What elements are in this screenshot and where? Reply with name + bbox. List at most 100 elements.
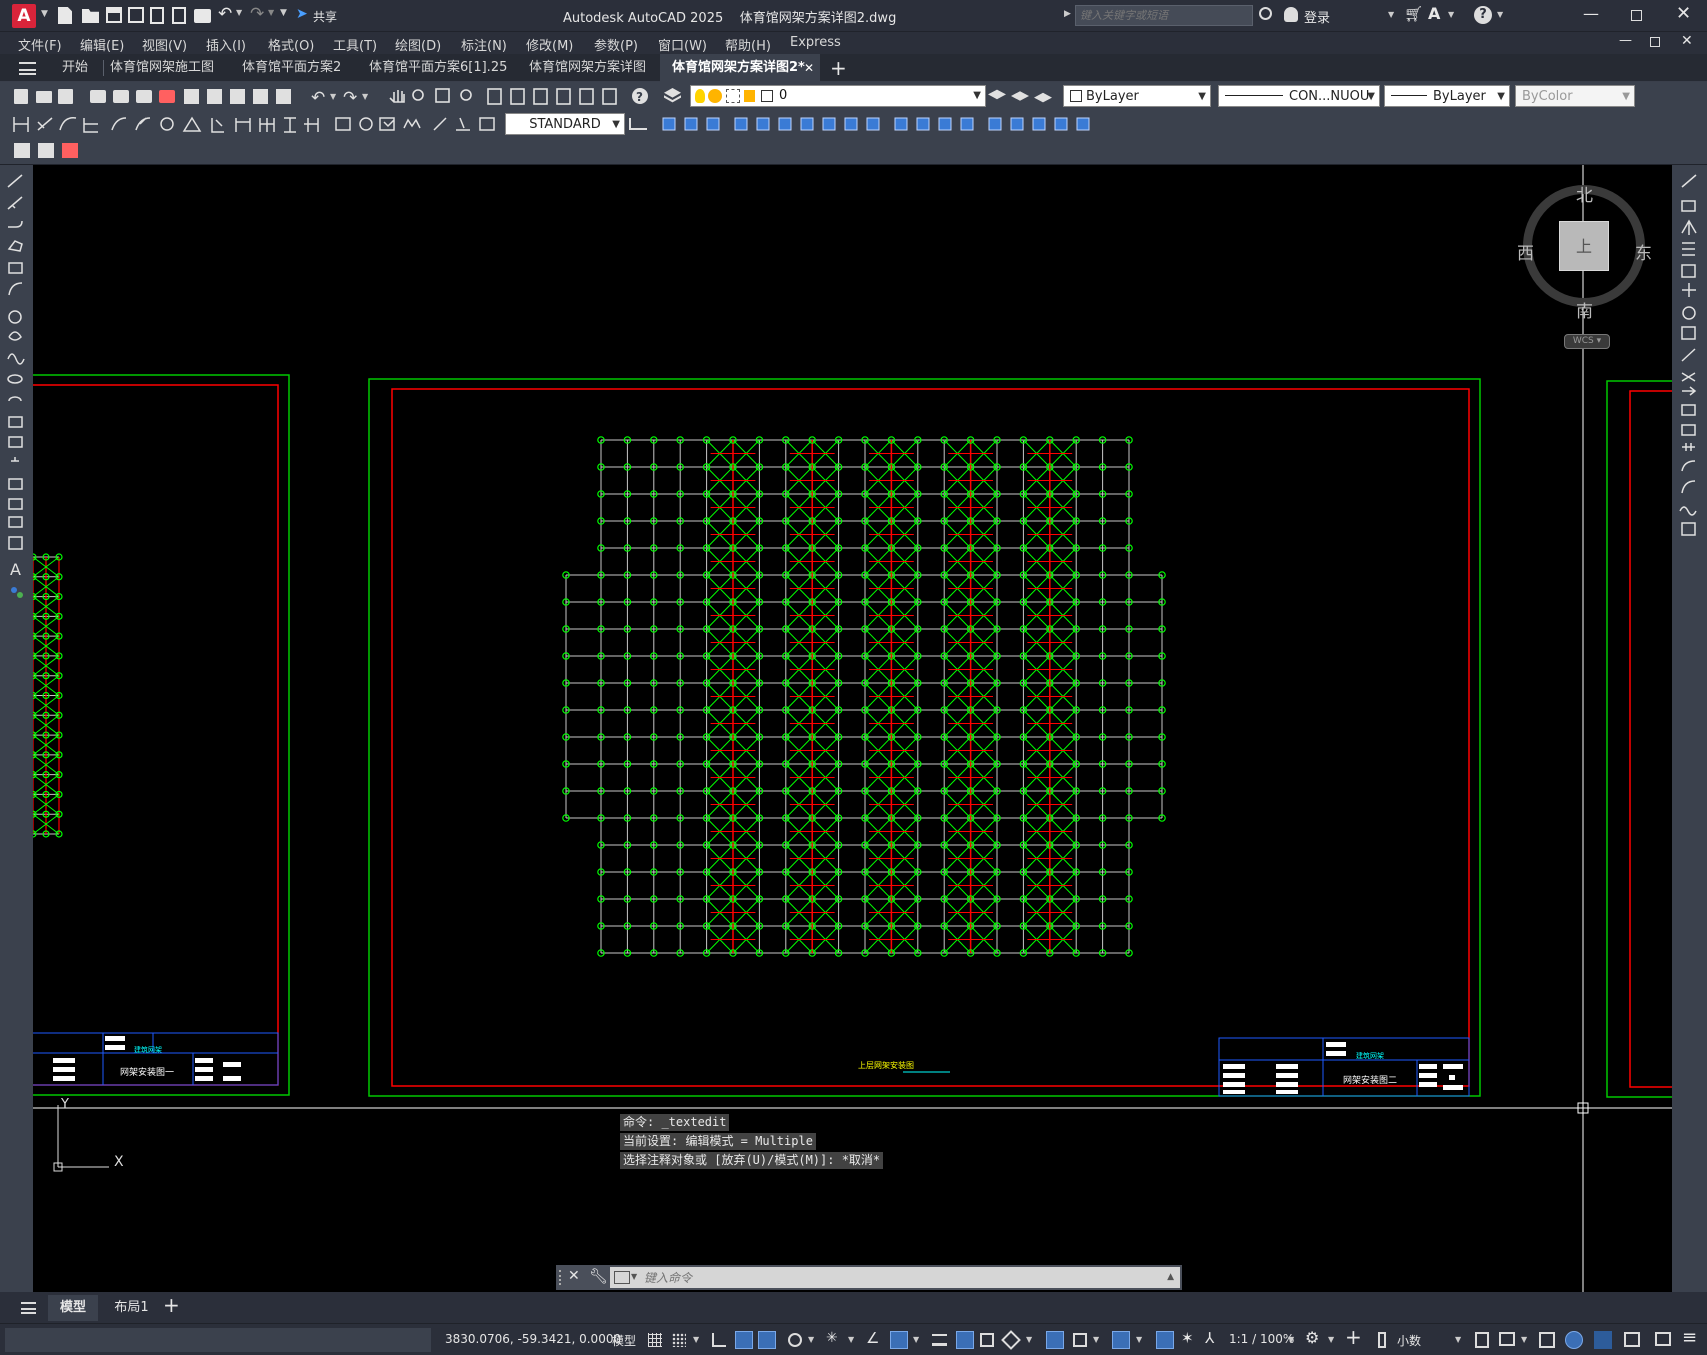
dim-style-icon[interactable]	[629, 118, 647, 130]
object-snap-dropdown-icon[interactable]: ▼	[913, 1335, 919, 1344]
graphics-perf-icon[interactable]	[1624, 1332, 1640, 1347]
new-file-icon[interactable]	[58, 7, 72, 24]
autodesk-app-icon[interactable]: A	[1428, 4, 1440, 23]
transparency-icon[interactable]	[956, 1331, 974, 1349]
units-dropdown-icon[interactable]: ▼	[1455, 1335, 1461, 1344]
layer-viewport-icon[interactable]	[726, 89, 740, 103]
selection-filter-dropdown-icon[interactable]: ▼	[1093, 1335, 1099, 1344]
gizmo-icon[interactable]	[1112, 1331, 1130, 1349]
layer-dropdown-icon[interactable]: ▼	[973, 90, 981, 101]
selection-cycling-icon[interactable]	[980, 1333, 994, 1347]
maximize-icon[interactable]	[1631, 10, 1642, 21]
doc-close-icon[interactable]: ✕	[1681, 33, 1693, 49]
doc-minimize-icon[interactable]: —	[1619, 33, 1632, 48]
login-dropdown-icon[interactable]: ▼	[1388, 10, 1394, 19]
menu-express[interactable]: Express	[790, 35, 841, 50]
plotstyle-dropdown-icon[interactable]: ▼	[1622, 86, 1630, 108]
save-as-icon[interactable]	[128, 7, 144, 23]
menu-edit[interactable]: 编辑(E)	[80, 35, 124, 54]
attribute-edit-icon[interactable]	[38, 143, 54, 158]
command-prompt-icon[interactable]	[614, 1271, 630, 1284]
menu-format[interactable]: 格式(O)	[268, 35, 314, 54]
isodraft-icon[interactable]: ✳︎	[826, 1330, 838, 1346]
login-label[interactable]: 登录	[1304, 7, 1330, 26]
coordinates-readout[interactable]: 3830.0706, -59.3421, 0.0000	[445, 1332, 621, 1346]
tab-gym-detail[interactable]: 体育馆网架方案详图	[517, 54, 658, 82]
3d-osnap-icon[interactable]	[1001, 1330, 1021, 1350]
tab-gym-construction[interactable]: 体育馆网架施工图	[98, 54, 226, 82]
tab-gym-detail-2[interactable]: 体育馆网架方案详图2* ✕	[660, 54, 820, 82]
layout-menu-icon[interactable]	[21, 1302, 36, 1314]
hardware-acceleration-icon[interactable]	[1565, 1331, 1583, 1349]
viewcube-east[interactable]: 东	[1635, 239, 1652, 264]
lineweight-combo[interactable]: ByLayer ▼	[1384, 85, 1510, 107]
polar-tracking-icon[interactable]	[788, 1333, 802, 1347]
save-icon[interactable]	[106, 7, 122, 23]
user-icon[interactable]	[1284, 7, 1298, 22]
export-icon[interactable]	[172, 7, 186, 24]
annotation-monitor-icon[interactable]: +	[1345, 1325, 1362, 1349]
help-dropdown-icon[interactable]: ▼	[1497, 10, 1503, 19]
dynamic-input-icon[interactable]	[735, 1331, 753, 1349]
ortho-icon[interactable]	[758, 1331, 776, 1349]
publish-icon[interactable]	[150, 7, 164, 24]
tab-close-icon[interactable]: ✕	[804, 54, 814, 82]
block-insert-icon[interactable]	[14, 143, 30, 158]
viewcube[interactable]: 上 北 南 西 东 WCS ▾	[1517, 185, 1653, 349]
gizmo-dropdown-icon[interactable]: ▼	[1136, 1335, 1142, 1344]
viewcube-north[interactable]: 北	[1576, 181, 1593, 206]
menu-help[interactable]: 帮助(H)	[725, 35, 771, 54]
print-icon[interactable]	[194, 9, 211, 23]
tab-start[interactable]: 开始	[50, 54, 100, 82]
block-manager-icon[interactable]	[62, 143, 78, 158]
clean-screen-icon[interactable]	[1655, 1332, 1671, 1346]
lock-ui-dropdown-icon[interactable]: ▼	[1521, 1335, 1527, 1344]
menu-view[interactable]: 视图(V)	[142, 35, 187, 54]
doc-restore-icon[interactable]	[1650, 37, 1660, 47]
command-history-toggle-icon[interactable]: ▲	[1167, 1272, 1174, 1282]
menu-dimension[interactable]: 标注(N)	[461, 35, 507, 54]
layer-combo[interactable]: 0 ▼	[690, 85, 986, 107]
viewcube-west[interactable]: 西	[1517, 239, 1534, 264]
open-folder-icon[interactable]	[82, 9, 99, 23]
menu-draw[interactable]: 绘图(D)	[395, 35, 441, 54]
auto-scale-icon[interactable]: ✶	[1181, 1329, 1194, 1347]
command-prompt-dropdown-icon[interactable]: ▼	[631, 1272, 637, 1281]
wcs-menu[interactable]: WCS ▾	[1564, 334, 1610, 349]
units-value[interactable]: 小数	[1397, 1332, 1421, 1349]
make-current-layer-icon[interactable]	[988, 89, 1006, 100]
polar-dropdown-icon[interactable]: ▼	[808, 1335, 814, 1344]
textstyle-combo[interactable]: STANDARD ▼	[505, 113, 625, 135]
viewcube-south[interactable]: 南	[1576, 297, 1593, 322]
search-icon[interactable]	[1259, 7, 1272, 20]
customize-status-icon[interactable]: ≡	[1682, 1327, 1697, 1348]
command-close-icon[interactable]: ✕	[568, 1268, 580, 1284]
autocad-logo[interactable]: A	[12, 4, 36, 28]
new-tab-icon[interactable]: +	[830, 56, 847, 80]
linetype-dropdown-icon[interactable]: ▼	[1367, 86, 1375, 108]
lock-ui-icon[interactable]	[1499, 1332, 1515, 1346]
lineweight-dropdown-icon[interactable]: ▼	[1497, 86, 1505, 108]
hamburger-menu-icon[interactable]	[19, 62, 36, 75]
layer-previous-icon[interactable]	[1011, 91, 1029, 101]
isodraft-dropdown-icon[interactable]: ▼	[848, 1335, 854, 1344]
search-input[interactable]	[1075, 5, 1253, 26]
layer-state-icon[interactable]	[1034, 92, 1052, 103]
plotstyle-combo[interactable]: ByColor ▼	[1515, 85, 1635, 107]
object-snap-tracking-icon[interactable]: ∠	[866, 1329, 879, 1347]
linetype-combo[interactable]: CON...NUOU ▼	[1218, 85, 1380, 107]
menu-window[interactable]: 窗口(W)	[658, 35, 707, 54]
layer-lock-icon[interactable]	[744, 90, 755, 102]
dynamic-ucs-icon[interactable]	[1046, 1331, 1064, 1349]
drawing-canvas[interactable]: 建筑网架 网架安装图一 上层网架安装图 建筑网架 网架安装图二 Y X 上 北 …	[33, 165, 1672, 1292]
infer-constraints-icon[interactable]	[712, 1333, 726, 1347]
color-dropdown-icon[interactable]: ▼	[1198, 86, 1206, 108]
snap-icon[interactable]	[672, 1333, 686, 1347]
workspace-dropdown-icon[interactable]: ▼	[1328, 1335, 1334, 1344]
layer-manager-icon[interactable]	[664, 88, 681, 103]
command-input[interactable]	[644, 1268, 1144, 1287]
minimize-icon[interactable]: —	[1583, 4, 1599, 23]
share-icon[interactable]: ➤	[296, 6, 308, 22]
drawing-svg[interactable]: 建筑网架 网架安装图一 上层网架安装图 建筑网架 网架安装图二 Y X	[33, 165, 1672, 1292]
layout-tab-model[interactable]: 模型	[48, 1295, 98, 1321]
